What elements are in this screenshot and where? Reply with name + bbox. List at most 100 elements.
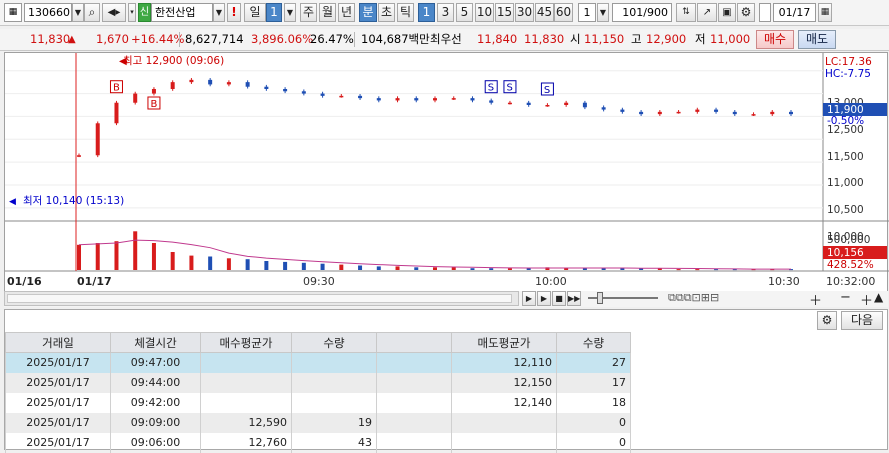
table-cell: 27 — [556, 352, 631, 373]
volume-bar — [395, 266, 400, 270]
zoom-in-icon[interactable]: ＋ — [809, 290, 822, 309]
count-dropdown-icon[interactable]: ▼ — [597, 3, 609, 22]
plus-icon[interactable]: ＋ — [860, 290, 873, 309]
grid-icon[interactable]: ▦ — [4, 3, 22, 22]
volume-bar — [264, 261, 269, 270]
candle-body — [114, 102, 119, 124]
table-row[interactable]: 2025/01/17 09:42:00 12,140 18 — [5, 392, 631, 413]
stock-name-field[interactable]: 한전산업 — [151, 3, 213, 22]
candle-body — [151, 89, 156, 94]
price-change-pct: +16.44% — [131, 32, 185, 46]
search-icon[interactable]: ⌕ — [84, 3, 100, 22]
volume-bar — [301, 262, 306, 270]
buy-button[interactable]: 매수 — [756, 30, 794, 49]
high-label: 고 — [631, 32, 642, 46]
marker-letter: B — [113, 83, 120, 94]
crosshair-icon[interactable]: ▲ — [874, 290, 883, 304]
speaker-icon[interactable]: ◀▸ — [102, 3, 126, 22]
table-row[interactable]: 2025/01/17 09:44:00 12,150 17 — [5, 372, 631, 393]
chart-scroll-row: ▶ ▶ ■ ▶▶ ⧉⧉⧉⊡⊞⊟ ＋ − ＋ ▲ — [4, 290, 888, 309]
header-buy-qty[interactable]: 수량 — [291, 332, 377, 353]
candle-body — [695, 109, 700, 112]
max-price-label: 최고 12,900 (09:06) — [123, 55, 224, 67]
scrollbar-thumb[interactable] — [7, 294, 512, 303]
stock-name-dropdown-icon[interactable]: ▼ — [213, 3, 225, 22]
x-label-cursor-time: 10:32:00 — [826, 275, 875, 288]
table-cell — [200, 372, 292, 393]
open-price: 11,150 — [584, 32, 625, 46]
volume-bar — [320, 263, 325, 270]
candle-body — [358, 95, 363, 99]
gear-icon[interactable]: ⚙ — [817, 311, 837, 330]
volume-tick-label: 500,000 — [827, 234, 870, 246]
header-sell-qty[interactable]: 수량 — [556, 332, 631, 353]
stock-code-input[interactable]: 130660 — [24, 3, 72, 22]
calendar-icon[interactable]: ▦ — [818, 3, 832, 22]
volume-bar — [133, 231, 138, 270]
interval-3-button[interactable]: 3 — [437, 3, 454, 22]
period-minute-button[interactable]: 분 — [359, 3, 377, 22]
table-row[interactable]: 2025/01/17 09:47:00 12,110 27 — [5, 352, 631, 373]
speaker-dropdown-icon[interactable]: ▾ — [128, 3, 136, 22]
count-field[interactable]: 1 — [578, 3, 596, 22]
save-icon[interactable]: ▣ — [718, 3, 736, 22]
interval-15-button[interactable]: 15 — [495, 3, 514, 22]
header-buy-avg[interactable]: 매수평균가 — [200, 332, 292, 353]
table-cell — [376, 352, 452, 373]
gear-icon[interactable]: ⚙ — [737, 3, 755, 22]
horizontal-scrollbar[interactable] — [4, 291, 519, 306]
period-month-button[interactable]: 월 — [319, 3, 336, 22]
speed-slider-handle[interactable] — [597, 292, 603, 304]
price-chart[interactable]: B B S S S 최고 12,900 (09:06) ◀ 최저 10,140 (15:… — [4, 52, 889, 292]
date-field[interactable]: 01/17 — [773, 3, 816, 22]
interval-30-button[interactable]: 30 — [515, 3, 534, 22]
header-sell-avg[interactable]: 매도평균가 — [451, 332, 557, 353]
high-price: 12,900 — [646, 32, 687, 46]
next-page-button[interactable]: 다음 — [841, 311, 883, 330]
interval-10-button[interactable]: 10 — [475, 3, 494, 22]
play-icon[interactable]: ▶ — [537, 291, 551, 306]
date-checkbox[interactable] — [759, 3, 771, 22]
period-tick-button[interactable]: 틱 — [397, 3, 414, 22]
table-cell: 17 — [556, 372, 631, 393]
candle-body — [301, 91, 306, 94]
period-second-button[interactable]: 초 — [378, 3, 395, 22]
interval-1-button[interactable]: 1 — [418, 3, 435, 22]
header-trade-date[interactable]: 거래일 — [5, 332, 111, 353]
volume-bar — [339, 264, 344, 270]
alert-button[interactable]: ! — [227, 3, 241, 22]
candle-body — [245, 82, 250, 87]
volume-pct-label: 428.52% — [827, 259, 874, 271]
period-week-button[interactable]: 주 — [300, 3, 317, 22]
zoom-out-icon[interactable]: − — [840, 290, 851, 305]
best-quote-label: 최우선 — [430, 32, 462, 46]
scroll-right-icon[interactable]: ▶ — [522, 291, 536, 306]
period-year-button[interactable]: 년 — [338, 3, 355, 22]
up-arrow-icon: ▲ — [68, 34, 76, 45]
interval-60-button[interactable]: 60 — [554, 3, 573, 22]
volume-bar — [77, 244, 81, 270]
header-exec-time[interactable]: 체결시간 — [110, 332, 201, 353]
code-dropdown-icon[interactable]: ▼ — [72, 3, 84, 22]
sell-button[interactable]: 매도 — [798, 30, 836, 49]
stop-icon[interactable]: ■ — [552, 291, 566, 306]
candle-body — [601, 107, 606, 110]
candle-body — [133, 93, 138, 103]
period-dropdown-icon[interactable]: ▼ — [284, 3, 296, 22]
draw-tool-icon[interactable]: ↗ — [697, 3, 717, 22]
period-num-field[interactable]: 1 — [266, 3, 282, 22]
zoom-tools-icon[interactable]: ⧉⧉⧉⊡⊞⊟ — [668, 291, 719, 305]
turnover-rate: 26.47% — [310, 32, 354, 46]
period-day-button[interactable]: 일 — [244, 3, 266, 22]
lc-label: LC:17.36 — [825, 56, 872, 68]
table-cell: 2025/01/17 — [5, 352, 111, 373]
volume-bar — [114, 241, 119, 270]
indicator-settings-icon[interactable]: ⇅ — [676, 3, 696, 22]
table-cell: 12,590 — [200, 412, 292, 433]
interval-5-button[interactable]: 5 — [456, 3, 473, 22]
candle-body — [170, 82, 175, 89]
table-row[interactable]: 2025/01/17 09:09:00 12,590 19 0 — [5, 412, 631, 433]
table-cell — [451, 412, 557, 433]
interval-45-button[interactable]: 45 — [535, 3, 554, 22]
step-forward-icon[interactable]: ▶▶ — [567, 291, 581, 306]
